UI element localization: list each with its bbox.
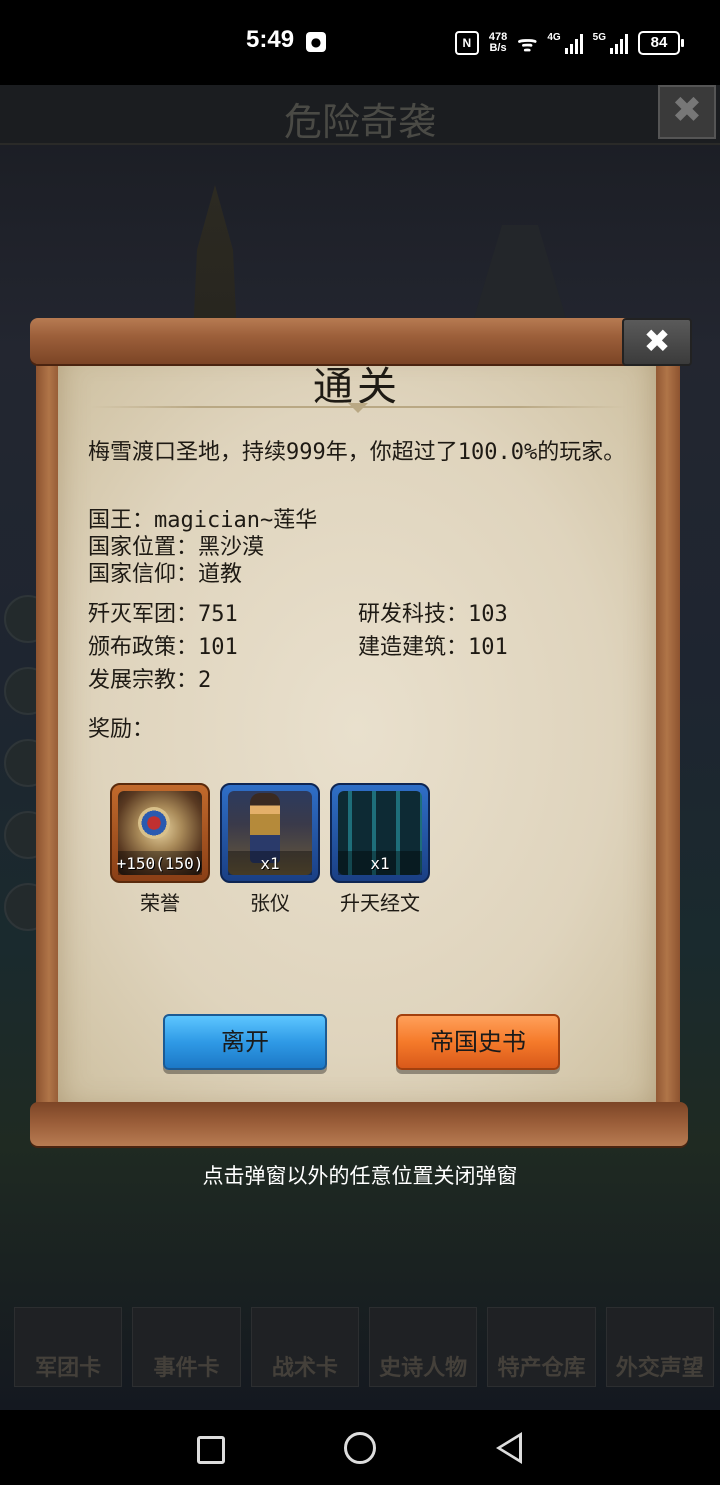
speed-unit: B/s <box>489 42 507 54</box>
stat-destroyed: 歼灭军团：751 <box>88 602 238 627</box>
scroll-frame-bottom <box>30 1102 688 1146</box>
reward-item-hero[interactable]: x1 张仪 <box>220 783 320 916</box>
background-header: 危险奇袭 ✖ <box>0 85 720 145</box>
dismiss-hint: 点击弹窗以外的任意位置关闭弹窗 <box>202 1164 518 1188</box>
scripture-scroll-icon: x1 <box>330 783 430 883</box>
reward-count: x1 <box>370 854 390 873</box>
background-tab-bar: 军团卡 事件卡 战术卡 史诗人物 特产仓库 外交声望 <box>14 1307 714 1387</box>
tab-label: 事件卡 <box>153 1356 220 1381</box>
baidu-notification-icon: ● <box>306 32 326 52</box>
tab-epic-hero: 史诗人物 <box>368 1307 478 1387</box>
tab-label: 战术卡 <box>271 1356 338 1381</box>
reward-name: 张仪 <box>250 891 290 915</box>
tab-label: 外交声望 <box>615 1356 704 1381</box>
tab-label: 军团卡 <box>35 1356 102 1381</box>
battery-icon: 84 <box>638 31 684 55</box>
back-icon[interactable] <box>496 1432 522 1464</box>
honor-medal-icon: +150(150) <box>110 783 210 883</box>
navigation-bar <box>0 1410 720 1485</box>
reward-name: 升天经文 <box>340 891 420 915</box>
tab-label: 特产仓库 <box>497 1356 586 1381</box>
tab-label: 史诗人物 <box>379 1356 468 1381</box>
leave-button[interactable]: 离开 <box>163 1014 327 1070</box>
signal-4g-icon <box>564 32 583 54</box>
wifi-icon: ᯤ <box>517 31 538 56</box>
status-icons: N 478 B/s ᯤ 4G 5G 84 <box>454 28 684 58</box>
reward-name: 荣誉 <box>140 891 180 915</box>
reward-count: +150(150) <box>116 854 204 873</box>
background-title: 危险奇袭 <box>283 100 436 144</box>
network-4g-label: 4G <box>547 31 561 43</box>
signal-5g-icon <box>610 32 628 54</box>
status-bar: 5:49 ● N 478 B/s ᯤ 4G 5G 84 <box>0 0 720 85</box>
rewards-label: 奖励： <box>88 717 155 742</box>
stat-policies: 颁布政策：101 <box>88 635 238 660</box>
tab-specialty-warehouse: 特产仓库 <box>487 1307 596 1387</box>
tab-event-card: 事件卡 <box>132 1307 241 1387</box>
stat-religion: 发展宗教：2 <box>88 668 212 693</box>
recent-apps-icon[interactable] <box>197 1436 225 1464</box>
hero-portrait-icon: x1 <box>220 783 320 883</box>
network-speed: 478 B/s <box>489 32 507 54</box>
location-line: 国家位置：黑沙漠 <box>88 535 265 560</box>
network-5g-label: 5G <box>592 31 606 43</box>
king-line: 国王：magician~莲华 <box>88 508 318 533</box>
tab-tactic-card: 战术卡 <box>250 1307 359 1387</box>
reward-item-scripture[interactable]: x1 升天经文 <box>330 783 430 916</box>
tab-diplomacy: 外交声望 <box>605 1307 714 1387</box>
reward-item-honor[interactable]: +150(150) 荣誉 <box>110 783 210 916</box>
stat-buildings: 建造建筑：101 <box>358 635 508 660</box>
clock: 5:49 <box>246 26 295 53</box>
home-icon[interactable] <box>344 1432 376 1464</box>
rewards-list: +150(150) 荣誉 x1 张仪 x1 升天经文 <box>110 783 430 916</box>
empire-history-button[interactable]: 帝国史书 <box>396 1014 560 1070</box>
scroll-frame-right <box>654 340 680 1120</box>
summary-text: 梅雪渡口圣地，持续999年，你超过了100.0%的玩家。 <box>88 440 626 465</box>
nfc-icon: N <box>454 31 479 55</box>
reward-count: x1 <box>260 854 280 873</box>
tab-legion-card: 军团卡 <box>14 1307 123 1387</box>
faith-line: 国家信仰：道教 <box>88 562 243 587</box>
stat-research: 研发科技：103 <box>358 602 508 627</box>
medal-emblem <box>138 807 170 839</box>
background-close-icon: ✖ <box>658 85 716 139</box>
